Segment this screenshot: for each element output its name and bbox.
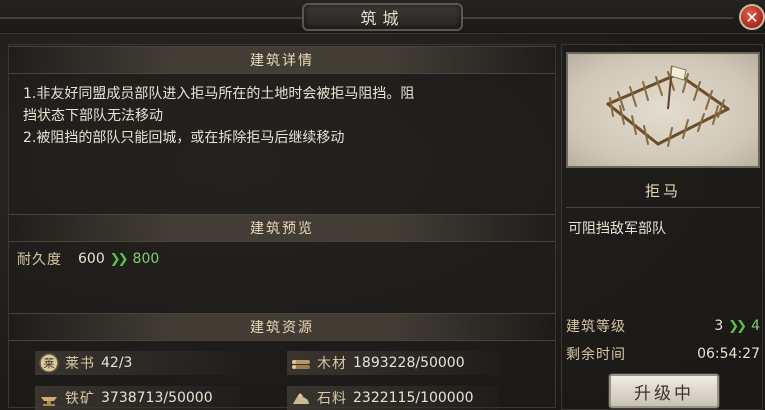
resource-iron: 铁矿 3738713/50000 <box>35 386 240 410</box>
cheval-de-frise-icon <box>606 65 730 147</box>
level-next: 4 <box>751 318 760 334</box>
resource-amount: 2322115/100000 <box>353 390 474 406</box>
upgrade-arrow-icon: ❯❯ <box>109 251 129 267</box>
level-label: 建筑等级 <box>566 319 626 335</box>
upgrade-button[interactable]: 升级中 <box>609 374 719 408</box>
title-divider-right <box>463 17 733 19</box>
wood-icon <box>292 360 310 369</box>
resource-name: 莱书 <box>65 356 95 372</box>
resources-header: 建筑资源 <box>9 313 555 341</box>
close-icon: ✕ <box>745 7 759 27</box>
window-title: 筑城 <box>302 3 463 31</box>
resource-amount: 1893228/50000 <box>353 355 465 371</box>
resource-book: 莱 莱书 42/3 <box>35 351 240 375</box>
resource-wood: 木材 1893228/50000 <box>287 351 499 375</box>
divider <box>566 207 760 208</box>
level-current: 3 <box>714 318 724 334</box>
preview-header: 建筑预览 <box>9 214 555 242</box>
time-label: 剩余时间 <box>566 347 626 363</box>
resource-name: 铁矿 <box>65 391 95 407</box>
time-row: 剩余时间 06:54:27 <box>566 344 760 364</box>
book-icon: 莱 <box>39 353 59 373</box>
main-panel: 建筑详情 1.非友好同盟成员部队进入拒马所在的土地时会被拒马阻挡。阻 挡状态下部… <box>8 44 556 410</box>
resource-name: 石料 <box>317 391 347 407</box>
building-image <box>566 52 760 168</box>
details-text: 1.非友好同盟成员部队进入拒马所在的土地时会被拒马阻挡。阻 挡状态下部队无法移动… <box>23 83 553 149</box>
details-line-1: 1.非友好同盟成员部队进入拒马所在的土地时会被拒马阻挡。阻 <box>23 86 415 102</box>
details-line-3: 2.被阻挡的部队只能回城，或在拆除拒马后继续移动 <box>23 130 345 146</box>
durability-label: 耐久度 <box>17 252 62 268</box>
title-bar: 筑城 <box>0 0 765 34</box>
durability-current: 600 <box>78 251 105 267</box>
time-remaining: 06:54:27 <box>697 346 760 362</box>
resource-name: 木材 <box>317 356 347 372</box>
building-name: 拒马 <box>644 182 681 200</box>
details-line-2: 挡状态下部队无法移动 <box>23 108 163 124</box>
level-row: 建筑等级 3 ❯❯ 4 <box>566 316 760 336</box>
close-button[interactable]: ✕ <box>739 4 765 30</box>
resource-stone: 石料 2322115/100000 <box>287 386 499 410</box>
svg-text:莱: 莱 <box>44 357 55 370</box>
durability-next: 800 <box>132 251 160 267</box>
stone-icon <box>293 393 309 404</box>
resource-amount: 42/3 <box>101 355 133 371</box>
details-header: 建筑详情 <box>9 46 555 74</box>
upgrade-arrow-icon: ❯❯ <box>728 318 747 334</box>
durability-row: 耐久度 600 ❯❯ 800 <box>17 249 159 269</box>
title-divider-left <box>0 17 302 19</box>
resource-amount: 3738713/50000 <box>101 390 213 406</box>
iron-icon <box>41 397 57 406</box>
building-description: 可阻挡敌军部队 <box>568 221 666 237</box>
